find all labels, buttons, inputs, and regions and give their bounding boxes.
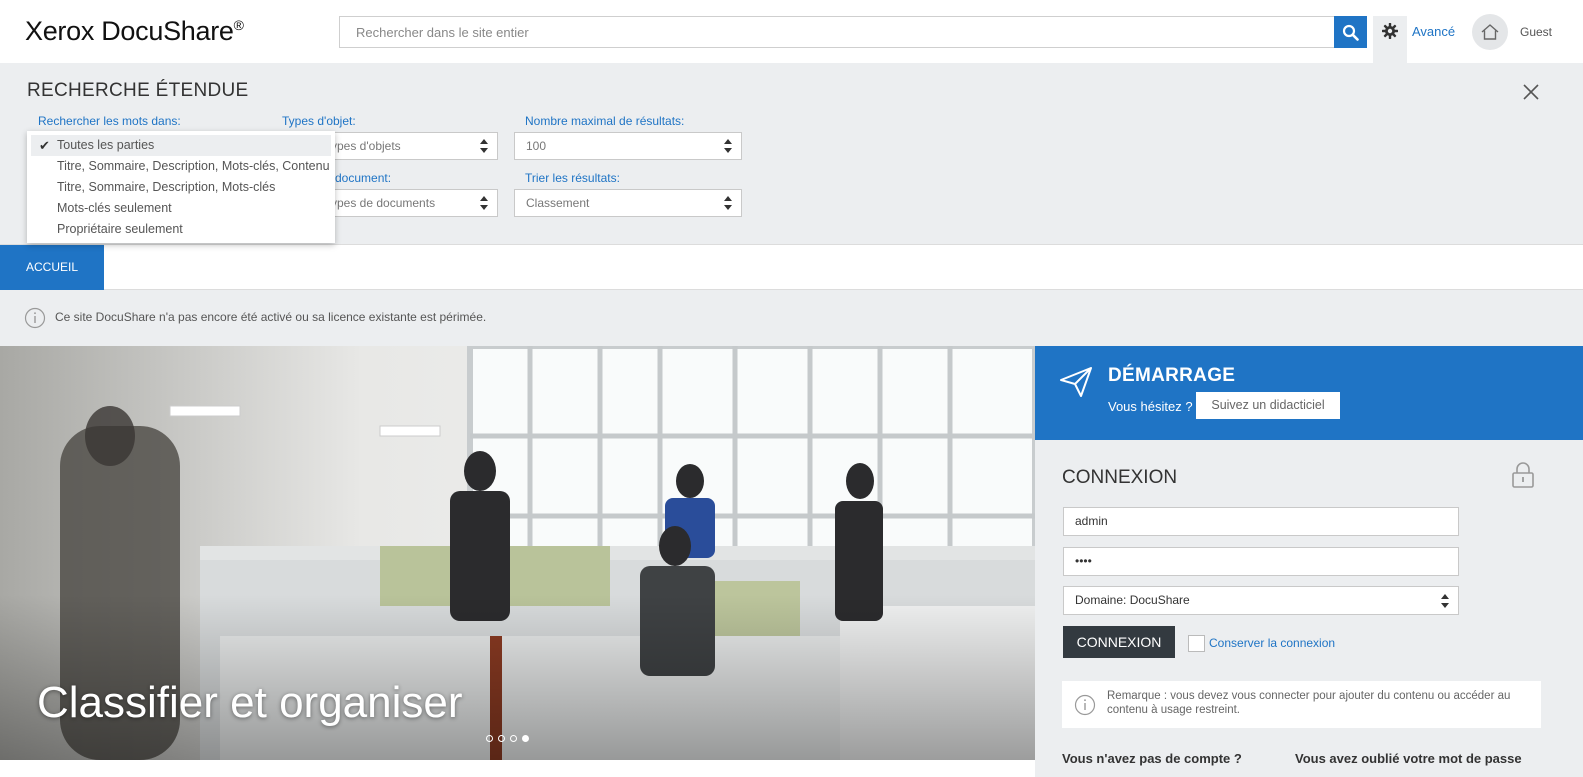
doc-types-label: document: [335, 171, 392, 185]
tab-home[interactable]: ACCUEIL [0, 245, 104, 290]
login-remark: Remarque : vous devez vous connecter pou… [1062, 681, 1541, 728]
tutorial-button[interactable]: Suivez un didacticiel [1196, 392, 1340, 419]
forgot-password-heading: Vous avez oublié votre mot de passe [1295, 751, 1522, 766]
search-button[interactable] [1334, 16, 1367, 48]
gear-icon [1382, 23, 1398, 39]
info-icon [24, 307, 46, 329]
domain-select[interactable]: Domaine: DocuShare [1063, 586, 1459, 615]
search-box [339, 16, 1336, 48]
select-arrows-icon [480, 196, 488, 210]
carousel-dot[interactable] [498, 735, 505, 742]
max-results-select[interactable]: 100 [514, 132, 742, 160]
settings-button[interactable] [1373, 16, 1407, 63]
remember-checkbox[interactable] [1188, 635, 1205, 652]
license-notice: Ce site DocuShare n'a pas encore été act… [0, 290, 1583, 346]
search-input[interactable] [340, 17, 1336, 47]
getting-started-question: Vous hésitez ? [1108, 399, 1193, 414]
remark-text: Remarque : vous devez vous connecter pou… [1107, 690, 1511, 716]
lock-icon [1512, 462, 1534, 488]
getting-started-panel: DÉMARRAGE Vous hésitez ? Suivez un didac… [1035, 346, 1583, 440]
search-in-dropdown: ✔ Toutes les parties Titre, Sommaire, De… [27, 131, 335, 243]
advanced-search-title: RECHERCHE ÉTENDUE [27, 80, 249, 101]
select-arrows-icon [724, 139, 732, 153]
sort-select[interactable]: Classement [514, 189, 742, 217]
user-label[interactable]: Guest [1520, 25, 1552, 39]
logo[interactable]: Xerox DocuShare® [25, 16, 244, 47]
max-results-label: Nombre maximal de résultats: [525, 114, 685, 128]
no-account-heading: Vous n'avez pas de compte ? [1062, 751, 1242, 766]
dropdown-option[interactable]: Mots-clés seulement [27, 198, 335, 219]
carousel-dot[interactable] [486, 735, 493, 742]
select-arrows-icon [724, 196, 732, 210]
login-panel: CONNEXION admin •••• Domaine: DocuShare … [1035, 440, 1583, 777]
header: Xerox DocuShare® Avancé Guest [0, 0, 1583, 63]
username-input[interactable]: admin [1063, 507, 1459, 536]
getting-started-title: DÉMARRAGE [1108, 365, 1236, 386]
search-in-label: Rechercher les mots dans: [38, 114, 181, 128]
carousel-dot[interactable] [510, 735, 517, 742]
home-button[interactable] [1472, 14, 1508, 50]
close-icon[interactable] [1520, 81, 1542, 103]
hero-carousel: Classifier et organiser [0, 346, 1035, 760]
home-icon [1481, 24, 1499, 40]
carousel-dots [486, 735, 529, 742]
info-icon [1074, 694, 1096, 716]
password-input[interactable]: •••• [1063, 547, 1459, 576]
advanced-search-link[interactable]: Avancé [1412, 24, 1455, 39]
dropdown-option[interactable]: Titre, Sommaire, Description, Mots-clés,… [27, 156, 335, 177]
carousel-dot[interactable] [522, 735, 529, 742]
notice-text: Ce site DocuShare n'a pas encore été act… [55, 310, 487, 324]
search-icon [1342, 24, 1359, 41]
select-arrows-icon [1441, 594, 1449, 608]
sort-label: Trier les résultats: [525, 171, 620, 185]
login-button[interactable]: CONNEXION [1063, 626, 1175, 658]
dropdown-option[interactable]: Propriétaire seulement [27, 219, 335, 240]
nav-bar: ACCUEIL [0, 244, 1583, 290]
hero-caption: Classifier et organiser [37, 678, 463, 727]
check-icon: ✔ [39, 138, 50, 153]
remember-label[interactable]: Conserver la connexion [1209, 636, 1335, 650]
select-arrows-icon [480, 139, 488, 153]
object-types-label: Types d'objet: [282, 114, 356, 128]
paper-plane-icon [1060, 367, 1092, 397]
dropdown-option[interactable]: ✔ Toutes les parties [31, 135, 331, 156]
dropdown-option[interactable]: Titre, Sommaire, Description, Mots-clés [27, 177, 335, 198]
login-title: CONNEXION [1062, 467, 1178, 488]
